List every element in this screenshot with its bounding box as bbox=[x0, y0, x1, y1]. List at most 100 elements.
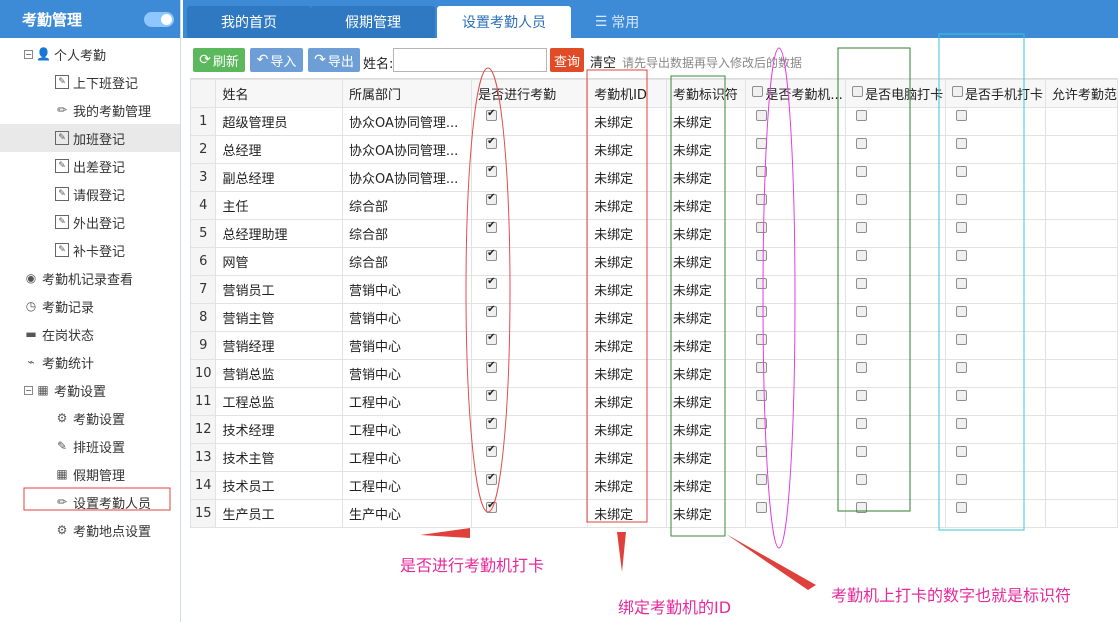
table-row[interactable]: 10营销总监营销中心 未绑定未绑定 bbox=[190, 359, 1118, 388]
table-row[interactable]: 7营销员工营销中心 未绑定未绑定 bbox=[190, 275, 1118, 304]
col-pc-punch[interactable]: 是否电脑打卡 bbox=[845, 79, 947, 108]
table-row[interactable]: 14技术员工工程中心 未绑定未绑定 bbox=[190, 471, 1118, 500]
checkbox[interactable] bbox=[486, 389, 498, 401]
checkbox[interactable] bbox=[856, 390, 868, 401]
checkbox[interactable] bbox=[856, 166, 868, 177]
checkbox[interactable] bbox=[856, 362, 868, 373]
sidebar-item[interactable]: ✎ 出差登记 bbox=[0, 152, 180, 180]
tab-attendance-staff[interactable]: 设置考勤人员 bbox=[437, 6, 571, 38]
checkbox[interactable] bbox=[856, 502, 868, 513]
sidebar-item[interactable]: ▬ 在岗状态 bbox=[0, 320, 180, 348]
table-row[interactable]: 6网管综合部 未绑定未绑定 bbox=[190, 247, 1118, 276]
checkbox[interactable] bbox=[486, 137, 498, 149]
checkbox[interactable] bbox=[756, 474, 768, 485]
checkbox[interactable] bbox=[856, 278, 868, 289]
header-checkbox[interactable] bbox=[852, 86, 864, 97]
checkbox[interactable] bbox=[956, 390, 968, 401]
checkbox[interactable] bbox=[856, 110, 868, 121]
sidebar-item[interactable]: − 👤 个人考勤 bbox=[0, 40, 180, 68]
table-row[interactable]: 11工程总监工程中心 未绑定未绑定 bbox=[190, 387, 1118, 416]
sidebar-item[interactable]: ⌁ 考勤统计 bbox=[0, 348, 180, 376]
checkbox[interactable] bbox=[486, 221, 498, 233]
checkbox[interactable] bbox=[756, 418, 768, 429]
checkbox[interactable] bbox=[956, 278, 968, 289]
checkbox[interactable] bbox=[956, 138, 968, 149]
checkbox[interactable] bbox=[956, 306, 968, 317]
checkbox[interactable] bbox=[956, 194, 968, 205]
header-checkbox[interactable] bbox=[952, 86, 964, 97]
checkbox[interactable] bbox=[856, 334, 868, 345]
checkbox[interactable] bbox=[486, 277, 498, 289]
checkbox[interactable] bbox=[956, 250, 968, 261]
checkbox[interactable] bbox=[486, 445, 498, 457]
header-checkbox[interactable] bbox=[752, 86, 764, 97]
checkbox[interactable] bbox=[756, 334, 768, 345]
table-row[interactable]: 5总经理助理综合部 未绑定未绑定 bbox=[190, 219, 1118, 248]
col-range[interactable]: 允许考勤范 bbox=[1044, 79, 1118, 108]
sidebar-item[interactable]: − ▦ 考勤设置 bbox=[0, 376, 180, 404]
table-row[interactable]: 1超级管理员协众OA协同管理... 未绑定未绑定 bbox=[190, 107, 1118, 136]
tab-common[interactable]: ☰ 常用 bbox=[577, 6, 657, 38]
col-identifier[interactable]: 考勤标识符 bbox=[665, 79, 747, 108]
checkbox[interactable] bbox=[956, 474, 968, 485]
sidebar-item[interactable]: ✎ 外出登记 bbox=[0, 208, 180, 236]
checkbox[interactable] bbox=[756, 222, 768, 233]
name-search-input[interactable] bbox=[393, 48, 547, 72]
sidebar-item[interactable]: ✎ 补卡登记 bbox=[0, 236, 180, 264]
sidebar-item[interactable]: ✎ 上下班登记 bbox=[0, 68, 180, 96]
sidebar-item[interactable]: ✎ 加班登记 bbox=[0, 124, 180, 152]
checkbox[interactable] bbox=[756, 362, 768, 373]
table-row[interactable]: 9营销经理营销中心 未绑定未绑定 bbox=[190, 331, 1118, 360]
tab-home[interactable]: 我的首页 bbox=[187, 6, 311, 38]
checkbox[interactable] bbox=[486, 473, 498, 485]
table-row[interactable]: 12技术经理工程中心 未绑定未绑定 bbox=[190, 415, 1118, 444]
sidebar-toggle[interactable] bbox=[144, 12, 174, 27]
clear-button[interactable]: 清空 bbox=[590, 52, 616, 71]
checkbox[interactable] bbox=[956, 362, 968, 373]
checkbox[interactable] bbox=[486, 501, 498, 513]
sidebar-item[interactable]: ⚙ 考勤地点设置 bbox=[0, 516, 180, 544]
sidebar-item[interactable]: ✎ 排班设置 bbox=[0, 432, 180, 460]
checkbox[interactable] bbox=[486, 193, 498, 205]
checkbox[interactable] bbox=[956, 110, 968, 121]
checkbox[interactable] bbox=[856, 250, 868, 261]
checkbox[interactable] bbox=[956, 334, 968, 345]
sidebar-item[interactable]: ✏ 我的考勤管理 bbox=[0, 96, 180, 124]
checkbox[interactable] bbox=[486, 361, 498, 373]
refresh-button[interactable]: ⟳ 刷新 bbox=[193, 48, 245, 72]
table-row[interactable]: 8营销主管营销中心 未绑定未绑定 bbox=[190, 303, 1118, 332]
checkbox[interactable] bbox=[756, 110, 768, 121]
col-attendance[interactable]: 是否进行考勤 bbox=[471, 79, 589, 108]
collapse-icon[interactable]: − bbox=[24, 49, 33, 59]
checkbox[interactable] bbox=[756, 138, 768, 149]
table-row[interactable]: 4主任综合部 未绑定未绑定 bbox=[190, 191, 1118, 220]
checkbox[interactable] bbox=[856, 474, 868, 485]
col-machine-id[interactable]: 考勤机ID bbox=[587, 79, 667, 108]
import-button[interactable]: ↶ 导入 bbox=[250, 48, 303, 72]
table-row[interactable]: 2总经理协众OA协同管理... 未绑定未绑定 bbox=[190, 135, 1118, 164]
table-row[interactable]: 15生产员工生产中心 未绑定未绑定 bbox=[190, 499, 1118, 528]
col-machine-punch[interactable]: 是否考勤机... bbox=[745, 79, 847, 108]
checkbox[interactable] bbox=[956, 166, 968, 177]
checkbox[interactable] bbox=[756, 306, 768, 317]
export-button[interactable]: ↷ 导出 bbox=[308, 48, 360, 72]
checkbox[interactable] bbox=[486, 333, 498, 345]
sidebar-item[interactable]: ▦ 假期管理 bbox=[0, 460, 180, 488]
checkbox[interactable] bbox=[756, 502, 768, 513]
sidebar-item[interactable]: ◉ 考勤机记录查看 bbox=[0, 264, 180, 292]
checkbox[interactable] bbox=[486, 109, 498, 121]
checkbox[interactable] bbox=[856, 138, 868, 149]
checkbox[interactable] bbox=[856, 306, 868, 317]
col-dept[interactable]: 所属部门 bbox=[341, 79, 473, 108]
checkbox[interactable] bbox=[856, 222, 868, 233]
sidebar-item[interactable]: ◷ 考勤记录 bbox=[0, 292, 180, 320]
checkbox[interactable] bbox=[756, 166, 768, 177]
checkbox[interactable] bbox=[756, 390, 768, 401]
checkbox[interactable] bbox=[486, 305, 498, 317]
col-name[interactable]: 姓名 bbox=[215, 79, 343, 108]
checkbox[interactable] bbox=[956, 418, 968, 429]
checkbox[interactable] bbox=[856, 418, 868, 429]
sidebar-item[interactable]: ✎ 请假登记 bbox=[0, 180, 180, 208]
table-row[interactable]: 3副总经理协众OA协同管理... 未绑定未绑定 bbox=[190, 163, 1118, 192]
checkbox[interactable] bbox=[856, 446, 868, 457]
